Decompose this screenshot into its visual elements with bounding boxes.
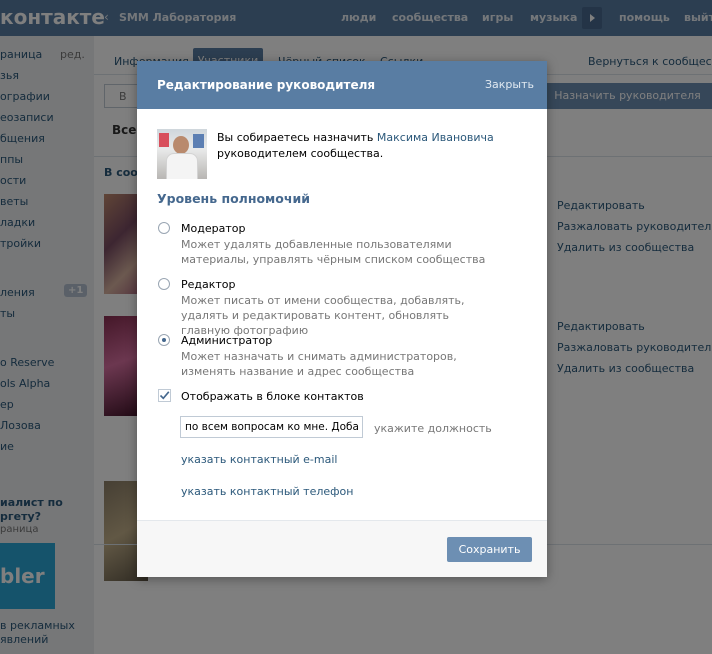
left-menu-item[interactable]: ладки <box>0 216 35 229</box>
nav-communities[interactable]: сообщества <box>392 11 468 24</box>
nav-help[interactable]: помощь <box>619 11 670 24</box>
administrator-label[interactable]: Администратор <box>181 334 272 347</box>
intro-suffix: руководителем сообщества. <box>217 147 384 160</box>
ad-footer[interactable]: в рекламных явлений <box>0 619 75 647</box>
left-menu-app[interactable]: ие <box>0 440 14 453</box>
remove-member-link[interactable]: Удалить из сообщества <box>557 362 694 375</box>
dialog-footer: Сохранить <box>137 520 547 577</box>
all-members-label: Все <box>112 123 137 137</box>
dialog-header: Редактирование руководителя Закрыть <box>137 61 547 109</box>
left-menu-app[interactable]: ер <box>0 398 14 411</box>
user-name-link[interactable]: Максима Ивановича <box>377 131 494 144</box>
left-menu-item[interactable]: ты <box>0 307 15 320</box>
left-menu-item[interactable]: бщения <box>0 132 45 145</box>
left-menu-app[interactable]: o Reserve <box>0 356 54 369</box>
back-to-community-link[interactable]: Вернуться к сообществу <box>588 55 712 68</box>
ad-title-line: ргету? <box>0 510 42 523</box>
nav-logout[interactable]: выйти <box>684 11 712 24</box>
position-hint: укажите должность <box>374 422 492 435</box>
administrator-radio[interactable] <box>158 334 170 346</box>
show-in-contacts-label[interactable]: Отображать в блоке контактов <box>181 390 364 403</box>
breadcrumb[interactable]: SMM Лаборатория <box>119 11 236 24</box>
ad-title-line: иалист по <box>0 496 63 509</box>
moderator-label[interactable]: Модератор <box>181 222 245 235</box>
avatar-detail <box>193 134 204 148</box>
edit-manager-dialog: Редактирование руководителя Закрыть Вы с… <box>137 61 547 577</box>
ad-title[interactable]: иалист по ргету? <box>0 496 63 524</box>
nav-people[interactable]: люди <box>341 11 376 24</box>
avatar-detail <box>166 153 198 179</box>
left-menu-app[interactable]: Лозова <box>0 419 41 432</box>
demote-manager-link[interactable]: Разжаловать руководителя <box>557 341 712 354</box>
avatar-detail <box>159 133 169 147</box>
left-menu-item[interactable]: еозаписи <box>0 111 54 124</box>
nav-games[interactable]: игры <box>482 11 513 24</box>
left-menu-item[interactable]: ления <box>0 286 35 299</box>
position-input[interactable] <box>180 416 363 438</box>
nav-music[interactable]: музыка <box>530 11 577 24</box>
left-menu-item[interactable]: ости <box>0 174 26 187</box>
editor-label[interactable]: Редактор <box>181 278 236 291</box>
intro-prefix: Вы собираетесь назначить <box>217 131 377 144</box>
ad-footer-line: в рекламных <box>0 619 75 632</box>
left-menu-app[interactable]: ols Alpha <box>0 377 50 390</box>
left-menu-item[interactable]: веты <box>0 195 28 208</box>
demote-manager-link[interactable]: Разжаловать руководителя <box>557 220 712 233</box>
editor-description: Может писать от имени сообщества, добавл… <box>181 294 465 337</box>
edit-member-link[interactable]: Редактировать <box>557 199 645 212</box>
left-menu-item[interactable]: зья <box>0 69 19 82</box>
left-menu-edit-link[interactable]: ред. <box>60 48 85 61</box>
moderator-radio[interactable] <box>158 222 170 234</box>
intro-text: Вы собираетесь назначить Максима Иванови… <box>217 130 517 162</box>
appoint-manager-button[interactable]: Назначить руководителя <box>543 83 712 109</box>
left-menu-item[interactable]: раница <box>0 48 42 61</box>
chevron-left-icon[interactable]: ‹ <box>104 10 109 24</box>
add-email-link[interactable]: указать контактный e-mail <box>181 453 337 466</box>
ad-footer-line: явлений <box>0 633 49 646</box>
left-menu: раница ред. зья ографии еозаписи бщения … <box>0 36 94 654</box>
remove-member-link[interactable]: Удалить из сообщества <box>557 241 694 254</box>
close-button[interactable]: Закрыть <box>485 78 534 91</box>
moderator-description: Может удалять добавленные пользователями… <box>181 238 486 266</box>
dialog-title: Редактирование руководителя <box>157 78 376 92</box>
ad-subtitle: раница <box>0 524 39 535</box>
site-logo[interactable]: контакте <box>0 5 105 29</box>
administrator-description: Может назначать и снимать администраторо… <box>181 350 457 378</box>
permissions-heading: Уровень полномочий <box>157 191 310 206</box>
notification-badge: +1 <box>64 284 88 297</box>
avatar[interactable] <box>157 129 207 179</box>
save-button[interactable]: Сохранить <box>447 537 532 562</box>
add-phone-link[interactable]: указать контактный телефон <box>181 485 353 498</box>
show-in-contacts-checkbox[interactable] <box>158 389 171 402</box>
editor-radio[interactable] <box>158 278 170 290</box>
top-bar: контакте ‹ SMM Лаборатория люди сообщест… <box>0 0 712 36</box>
left-menu-item[interactable]: ографии <box>0 90 50 103</box>
play-icon[interactable] <box>582 7 602 29</box>
ad-image[interactable]: bler <box>0 543 55 609</box>
left-menu-item[interactable]: ппы <box>0 153 23 166</box>
edit-member-link[interactable]: Редактировать <box>557 320 645 333</box>
avatar-detail <box>173 136 189 154</box>
left-menu-item[interactable]: тройки <box>0 237 41 250</box>
